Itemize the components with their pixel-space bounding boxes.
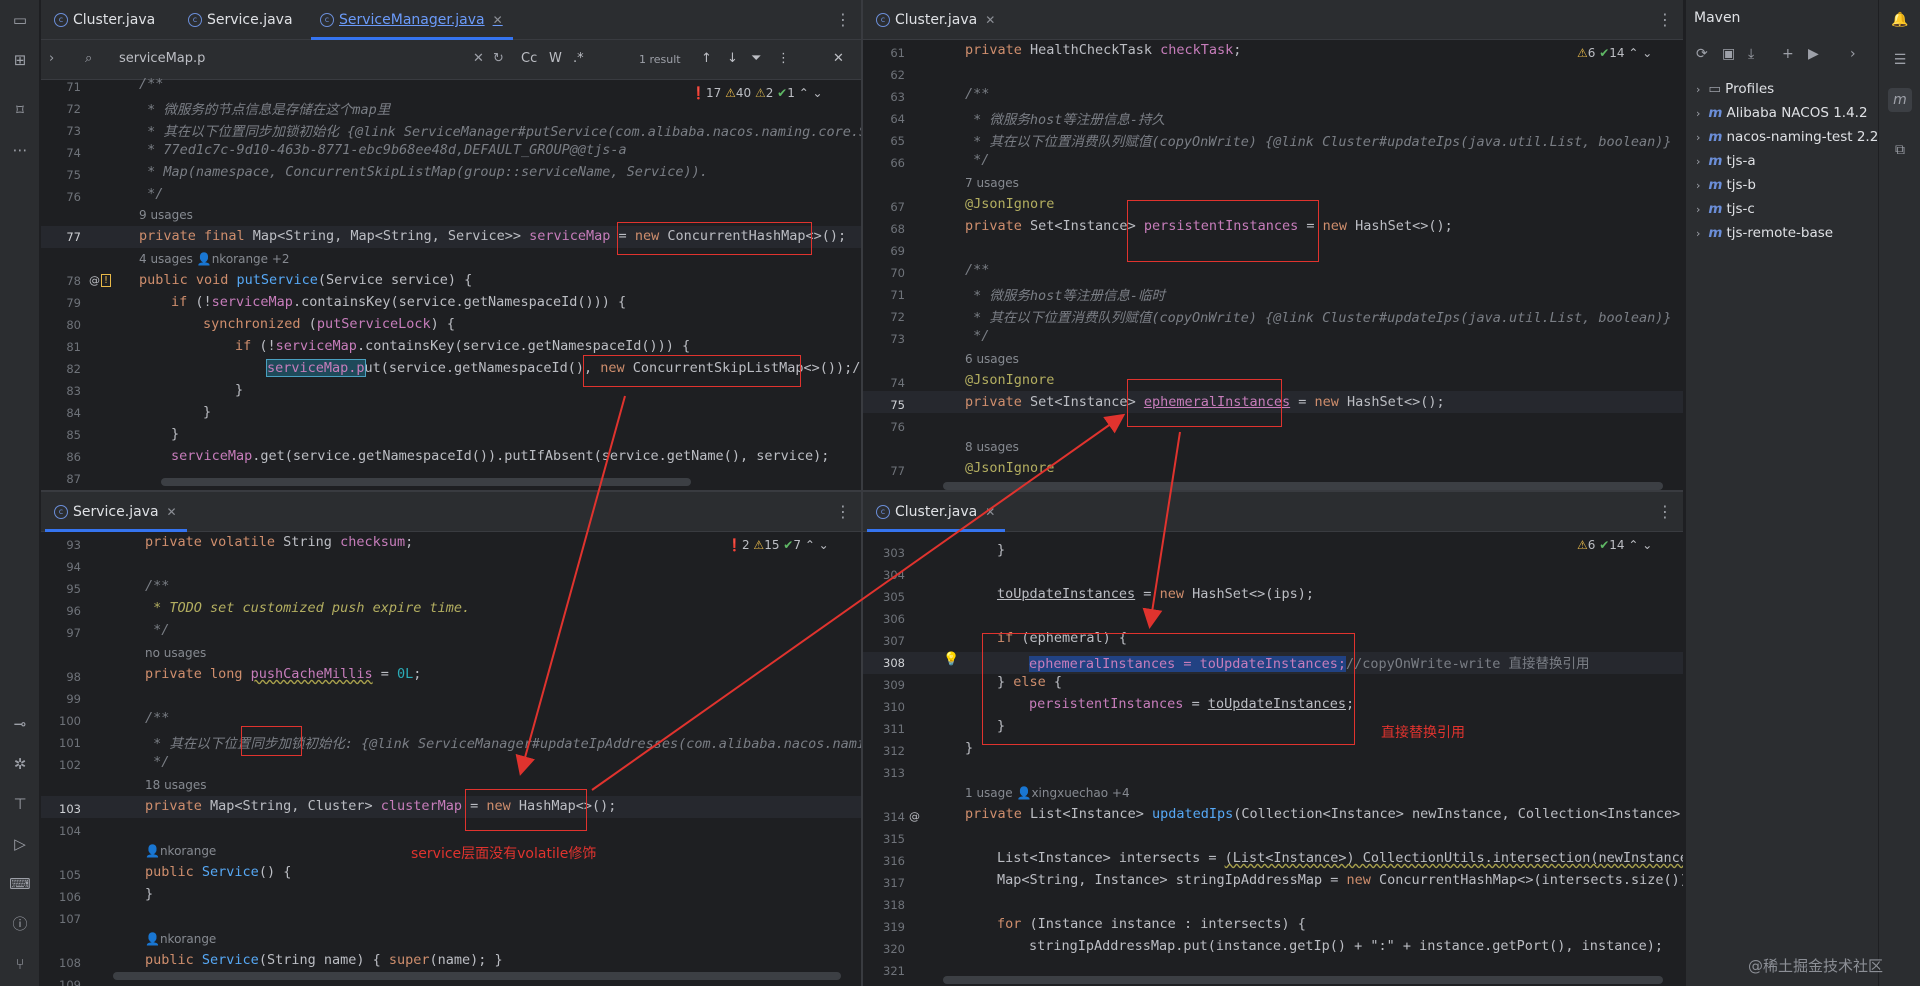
ide-window: ▭ ⊞ ⌑ ⋯ ⊸ ✲ ⊤ ▷ ⌨ ⓘ ⑂ c Cluster.java c Ser… [0,0,1920,986]
arrow [1142,431,1181,629]
watermark: @稀土掘金技术社区 [1748,957,1884,975]
arrow [515,395,626,776]
annotation-arrows [515,395,1181,791]
arrow [591,413,1126,791]
